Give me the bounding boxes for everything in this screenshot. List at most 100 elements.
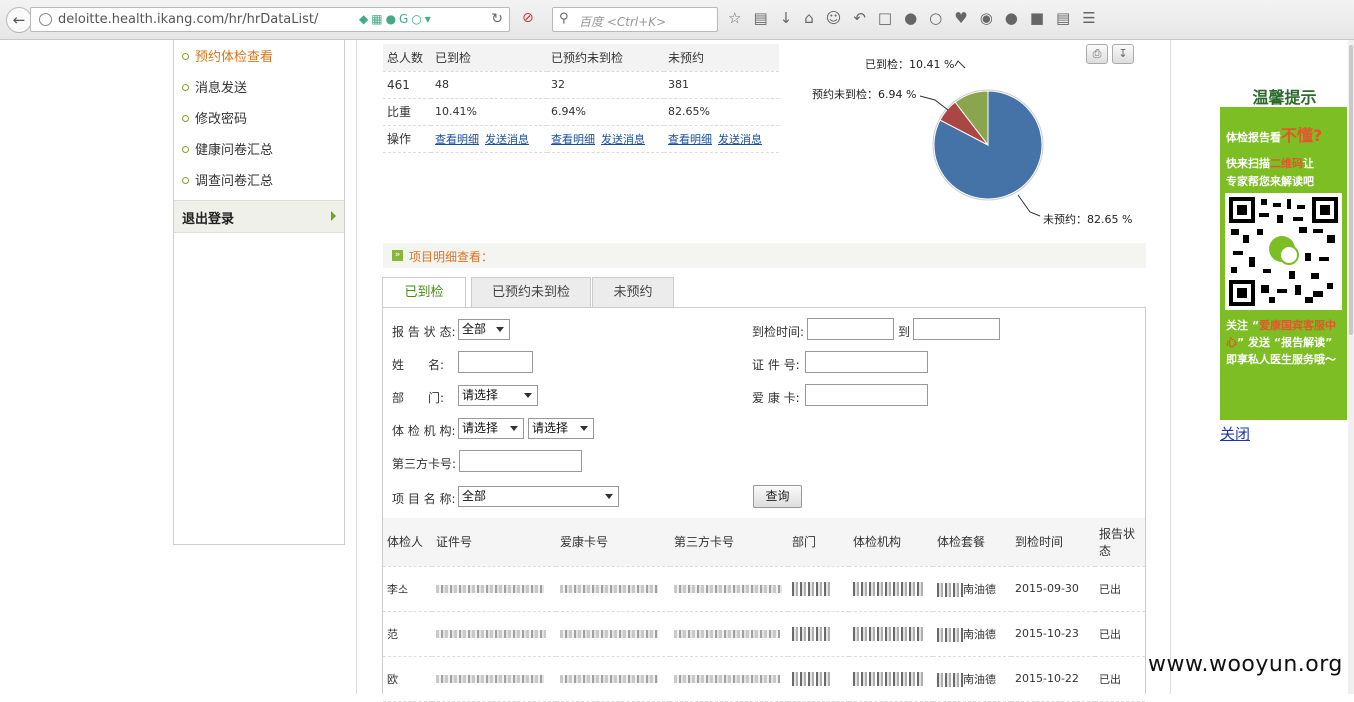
print-icon[interactable]: ⎙ bbox=[1086, 44, 1108, 64]
sidebar-item-appointments[interactable]: 预约体检查看 bbox=[182, 46, 273, 65]
third-card-redacted bbox=[670, 566, 788, 612]
id-number-redacted bbox=[432, 656, 556, 702]
table-row[interactable]: 李소 南油德 2015-09-30 已出 bbox=[383, 566, 1145, 612]
ad-line: 让 bbox=[1303, 157, 1314, 170]
arrive-date: 2015-09-30 bbox=[1011, 566, 1095, 612]
logout-button[interactable]: 退出登录 bbox=[174, 200, 344, 233]
stats-count: 381 bbox=[664, 71, 779, 99]
reload-icon[interactable]: ↻ bbox=[491, 11, 503, 27]
sidebar-item-messages[interactable]: 消息发送 bbox=[182, 77, 247, 96]
scrollbar-thumb[interactable] bbox=[1349, 45, 1353, 335]
card-label: 爱 康 卡: bbox=[752, 391, 800, 405]
pie-chart: 已到检：10.41 % 预约未到检：6.94 % 未预约：82.65 % ⎙ ↧ bbox=[800, 44, 1160, 244]
dept-redacted bbox=[788, 656, 849, 702]
watermark: www.wooyun.org bbox=[1148, 652, 1343, 677]
dept-select[interactable]: 请选择 bbox=[458, 385, 538, 406]
section-title: 项目明细查看： bbox=[409, 250, 494, 264]
globe-icon bbox=[39, 13, 52, 26]
column-header: 爱康卡号 bbox=[556, 518, 670, 567]
package-suffix: 南油德 bbox=[963, 582, 996, 596]
download-icon[interactable]: ↧ bbox=[1112, 44, 1134, 64]
card-input[interactable] bbox=[805, 384, 928, 406]
view-detail-link[interactable]: 查看明细 bbox=[668, 133, 712, 146]
ad-line: 专家帮您来解读吧 bbox=[1226, 175, 1314, 188]
org-label: 体 检 机 构: bbox=[392, 424, 456, 438]
view-detail-link[interactable]: 查看明细 bbox=[551, 133, 595, 146]
project-label: 项 目 名 称: bbox=[392, 492, 456, 506]
ad-line: 体检报告看 bbox=[1226, 131, 1281, 144]
tab-unbooked[interactable]: 未预约 bbox=[592, 277, 674, 308]
search-box[interactable]: ⚲ 百度 <Ctrl+K> bbox=[552, 7, 718, 32]
qr-code-icon bbox=[1225, 193, 1342, 310]
project-select[interactable]: 全部 bbox=[458, 486, 619, 507]
send-message-link[interactable]: 发送消息 bbox=[485, 133, 529, 146]
dept-label: 部 门: bbox=[392, 391, 445, 405]
ad-emphasis: 二维码 bbox=[1270, 157, 1303, 170]
name-input[interactable] bbox=[458, 351, 533, 373]
url-text[interactable]: deloitte.health.ikang.com/hr/hrDataList/ bbox=[58, 12, 318, 27]
ad-line: ” 发送 “报告解读” 即享私人医生服务哦～ bbox=[1226, 336, 1336, 366]
org-select-2[interactable]: 请选择 bbox=[528, 418, 594, 439]
back-button[interactable]: ← bbox=[6, 7, 32, 33]
arrive-end-input[interactable] bbox=[913, 318, 1000, 340]
stats-ratio: 10.41% bbox=[431, 98, 547, 126]
qr-ad-banner[interactable]: 体检报告看不懂? 快来扫描二维码让 专家帮您来解读吧 关注 “爱康国宾客服中心”… bbox=[1220, 107, 1347, 420]
sidebar-item-survey[interactable]: 调查问卷汇总 bbox=[182, 170, 273, 189]
sidebar-item-password[interactable]: 修改密码 bbox=[182, 108, 247, 127]
main-divider-right bbox=[1170, 40, 1171, 694]
table-row[interactable]: 欧 南油德 2015-10-22 已出 bbox=[383, 656, 1145, 702]
package-cell: 南油德 bbox=[933, 611, 1011, 657]
sidebar: 预约体检查看 消息发送 修改密码 健康问卷汇总 调查问卷汇总 退出登录 bbox=[173, 40, 345, 545]
dept-redacted bbox=[788, 566, 849, 612]
org-redacted bbox=[849, 656, 933, 702]
arrive-start-input[interactable] bbox=[807, 318, 894, 340]
pie-label-booked: 预约未到检：6.94 % bbox=[812, 88, 917, 101]
pie-label-arrived: 已到检：10.41 % bbox=[865, 58, 955, 71]
search-placeholder: 百度 <Ctrl+K> bbox=[579, 15, 667, 29]
person-name: 欧 bbox=[383, 656, 432, 702]
action-label: 操作 bbox=[383, 125, 431, 153]
sidebar-item-label: 修改密码 bbox=[195, 112, 248, 127]
org-select-1[interactable]: 请选择 bbox=[458, 418, 524, 439]
qr-svg bbox=[1229, 197, 1338, 306]
arrive-date: 2015-10-23 bbox=[1011, 611, 1095, 657]
bullet-icon bbox=[182, 53, 189, 60]
block-icon[interactable]: ⊘ bbox=[522, 10, 534, 26]
sidebar-item-health-survey[interactable]: 健康问卷汇总 bbox=[182, 139, 273, 158]
pie-label-unbooked: 未预约：82.65 % bbox=[1043, 213, 1133, 226]
third-card-input[interactable] bbox=[459, 450, 582, 472]
double-arrow-icon: » bbox=[392, 250, 403, 261]
card-number-redacted bbox=[556, 656, 670, 702]
send-message-link[interactable]: 发送消息 bbox=[718, 133, 762, 146]
tab-booked[interactable]: 已预约未到检 bbox=[471, 277, 591, 308]
stats-header: 总人数 bbox=[383, 44, 431, 72]
package-suffix: 南油德 bbox=[963, 672, 996, 686]
send-message-link[interactable]: 发送消息 bbox=[601, 133, 645, 146]
third-card-label: 第三方卡号: bbox=[392, 457, 457, 471]
leader-line bbox=[919, 95, 949, 111]
results-table: 体检人 证件号 爱康卡号 第三方卡号 部门 体检机构 体检套餐 到检时间 报告状… bbox=[383, 518, 1145, 702]
close-ad-link[interactable]: 关闭 bbox=[1220, 423, 1250, 444]
arrow-right-icon bbox=[331, 211, 336, 221]
column-header: 第三方卡号 bbox=[670, 518, 788, 567]
query-button[interactable]: 查询 bbox=[753, 485, 802, 508]
table-row[interactable]: 范 南油德 2015-10-23 已出 bbox=[383, 611, 1145, 657]
addon-icons[interactable]: ◆▦●G○▾ bbox=[359, 12, 434, 26]
report-status: 已出 bbox=[1095, 566, 1145, 612]
id-number-redacted bbox=[432, 566, 556, 612]
org-redacted bbox=[849, 566, 933, 612]
ad-title: 温馨提示 bbox=[1252, 88, 1317, 107]
bullet-icon bbox=[182, 177, 189, 184]
status-select[interactable]: 全部 bbox=[458, 319, 510, 340]
view-detail-link[interactable]: 查看明细 bbox=[435, 133, 479, 146]
tab-arrived[interactable]: 已到检 bbox=[382, 277, 466, 309]
toolbar-icons[interactable]: ☆▤↓⌂☺↶□●○♥◉●■▤☰ bbox=[728, 9, 1108, 27]
status-label: 报 告 状 态: bbox=[392, 325, 456, 339]
address-bar[interactable]: deloitte.health.ikang.com/hr/hrDataList/… bbox=[30, 7, 510, 32]
column-header: 报告状态 bbox=[1095, 518, 1145, 567]
main-divider-left bbox=[356, 40, 357, 694]
id-input[interactable] bbox=[805, 351, 928, 373]
ad-line: 快来扫描 bbox=[1226, 157, 1270, 170]
column-header: 部门 bbox=[788, 518, 849, 567]
dept-redacted bbox=[788, 611, 849, 657]
